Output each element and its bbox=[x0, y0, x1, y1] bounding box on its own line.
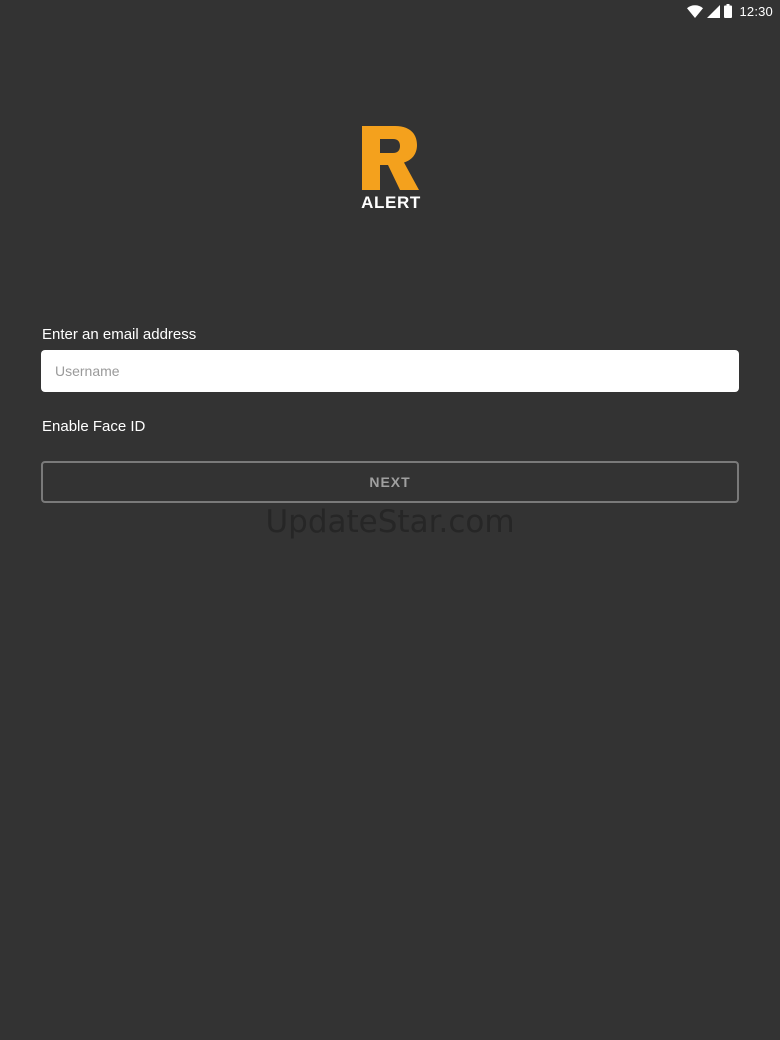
status-time: 12:30 bbox=[739, 3, 773, 19]
cell-signal-icon bbox=[707, 4, 721, 18]
logo-r-mark bbox=[354, 126, 428, 190]
watermark: UpdateStar.com bbox=[265, 504, 515, 540]
next-button[interactable]: NEXT bbox=[41, 461, 739, 503]
wifi-icon bbox=[687, 4, 704, 18]
status-icons: 12:30 bbox=[687, 3, 773, 19]
email-input[interactable] bbox=[41, 350, 739, 392]
app-logo: ALERT bbox=[354, 126, 428, 213]
email-label: Enter an email address bbox=[42, 326, 197, 343]
status-bar: 12:30 bbox=[0, 0, 780, 22]
enable-face-id-label[interactable]: Enable Face ID bbox=[42, 418, 145, 435]
battery-icon bbox=[724, 4, 733, 18]
logo-text: ALERT bbox=[361, 193, 421, 212]
